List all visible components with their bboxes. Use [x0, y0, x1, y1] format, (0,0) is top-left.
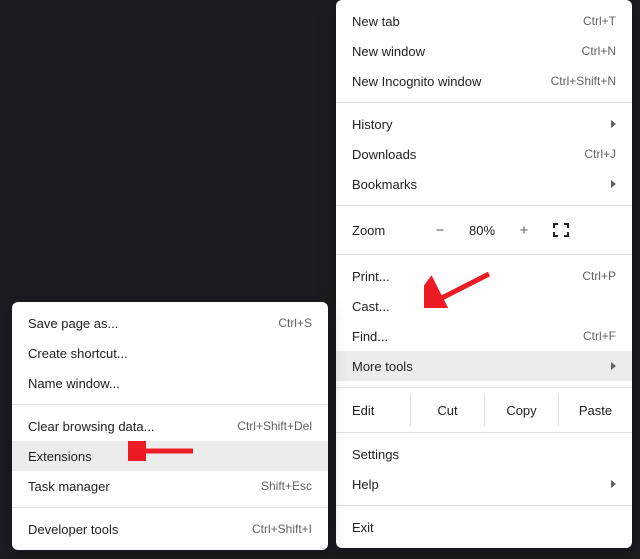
- cut-button[interactable]: Cut: [410, 394, 484, 426]
- chevron-right-icon: [611, 362, 616, 370]
- menu-item-history[interactable]: History: [336, 109, 632, 139]
- menu-item-save-page[interactable]: Save page as... Ctrl+S: [12, 308, 328, 338]
- label: Task manager: [28, 479, 110, 494]
- zoom-value: 80%: [458, 223, 506, 238]
- edit-label: Edit: [336, 403, 410, 418]
- menu-item-task-manager[interactable]: Task manager Shift+Esc: [12, 471, 328, 501]
- menu-item-cast[interactable]: Cast...: [336, 291, 632, 321]
- shortcut: Ctrl+J: [584, 147, 616, 161]
- menu-item-new-tab[interactable]: New tab Ctrl+T: [336, 6, 632, 36]
- shortcut: Shift+Esc: [261, 479, 312, 493]
- zoom-label: Zoom: [352, 223, 422, 238]
- shortcut: Ctrl+F: [583, 329, 616, 343]
- label: New Incognito window: [352, 74, 481, 89]
- label: Find...: [352, 329, 388, 344]
- label: Bookmarks: [352, 177, 417, 192]
- menu-item-more-tools[interactable]: More tools: [336, 351, 632, 381]
- label: Name window...: [28, 376, 120, 391]
- separator: [336, 205, 632, 206]
- chrome-main-menu: New tab Ctrl+T New window Ctrl+N New Inc…: [336, 0, 632, 548]
- menu-item-print[interactable]: Print... Ctrl+P: [336, 261, 632, 291]
- label: Clear browsing data...: [28, 419, 154, 434]
- label: Create shortcut...: [28, 346, 128, 361]
- chevron-right-icon: [611, 180, 616, 188]
- shortcut: Ctrl+S: [278, 316, 312, 330]
- separator: [336, 102, 632, 103]
- paste-button[interactable]: Paste: [558, 394, 632, 426]
- menu-item-name-window[interactable]: Name window...: [12, 368, 328, 398]
- shortcut: Ctrl+Shift+I: [252, 522, 312, 536]
- zoom-in-button[interactable]: +: [506, 222, 542, 239]
- shortcut: Ctrl+T: [583, 14, 616, 28]
- menu-item-help[interactable]: Help: [336, 469, 632, 499]
- label: More tools: [352, 359, 413, 374]
- shortcut: Ctrl+Shift+Del: [237, 419, 312, 433]
- more-tools-submenu: Save page as... Ctrl+S Create shortcut..…: [12, 302, 328, 550]
- zoom-out-button[interactable]: −: [422, 222, 458, 239]
- chevron-right-icon: [611, 120, 616, 128]
- menu-item-bookmarks[interactable]: Bookmarks: [336, 169, 632, 199]
- chevron-right-icon: [611, 480, 616, 488]
- zoom-row: Zoom − 80% +: [336, 212, 632, 248]
- menu-item-new-window[interactable]: New window Ctrl+N: [336, 36, 632, 66]
- label: Save page as...: [28, 316, 118, 331]
- copy-button[interactable]: Copy: [484, 394, 558, 426]
- menu-item-clear-data[interactable]: Clear browsing data... Ctrl+Shift+Del: [12, 411, 328, 441]
- separator: [12, 507, 328, 508]
- label: History: [352, 117, 392, 132]
- shortcut: Ctrl+Shift+N: [551, 74, 616, 88]
- label: Print...: [352, 269, 390, 284]
- menu-item-downloads[interactable]: Downloads Ctrl+J: [336, 139, 632, 169]
- menu-item-settings[interactable]: Settings: [336, 439, 632, 469]
- separator: [336, 505, 632, 506]
- separator: [12, 404, 328, 405]
- label: Exit: [352, 520, 374, 535]
- menu-item-developer-tools[interactable]: Developer tools Ctrl+Shift+I: [12, 514, 328, 544]
- label: Downloads: [352, 147, 416, 162]
- label: Extensions: [28, 449, 92, 464]
- menu-item-new-incognito[interactable]: New Incognito window Ctrl+Shift+N: [336, 66, 632, 96]
- menu-item-create-shortcut[interactable]: Create shortcut...: [12, 338, 328, 368]
- separator: [336, 254, 632, 255]
- menu-item-extensions[interactable]: Extensions: [12, 441, 328, 471]
- fullscreen-button[interactable]: [542, 223, 580, 237]
- separator: [336, 432, 632, 433]
- menu-item-find[interactable]: Find... Ctrl+F: [336, 321, 632, 351]
- label: New tab: [352, 14, 400, 29]
- label: Cast...: [352, 299, 390, 314]
- separator: [336, 387, 632, 388]
- shortcut: Ctrl+N: [582, 44, 616, 58]
- edit-row: Edit Cut Copy Paste: [336, 394, 632, 426]
- menu-item-exit[interactable]: Exit: [336, 512, 632, 542]
- fullscreen-icon: [553, 223, 569, 237]
- label: Help: [352, 477, 379, 492]
- shortcut: Ctrl+P: [582, 269, 616, 283]
- label: Developer tools: [28, 522, 118, 537]
- label: New window: [352, 44, 425, 59]
- label: Settings: [352, 447, 399, 462]
